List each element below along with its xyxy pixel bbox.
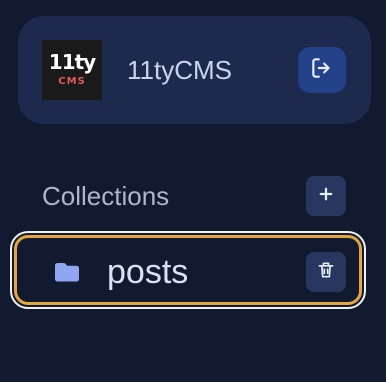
delete-collection-button[interactable] (306, 252, 346, 292)
add-collection-button[interactable] (306, 176, 346, 216)
logo-sub-text: CMS (58, 76, 86, 87)
logout-button[interactable] (298, 47, 346, 93)
collections-heading: Collections (42, 181, 170, 211)
collection-item-posts[interactable]: posts (10, 231, 366, 309)
collection-item-label: posts (107, 253, 189, 291)
folder-icon (53, 260, 81, 284)
header-card: 11ty CMS 11tyCMS (18, 16, 371, 124)
logo-main-text: 11ty (48, 50, 96, 74)
app-logo: 11ty CMS (42, 40, 102, 100)
logout-icon (309, 55, 335, 86)
plus-icon (317, 185, 335, 208)
app-window: 11ty CMS 11tyCMS Collections posts (0, 0, 386, 382)
trash-icon (316, 260, 336, 285)
app-title: 11tyCMS (127, 55, 232, 85)
